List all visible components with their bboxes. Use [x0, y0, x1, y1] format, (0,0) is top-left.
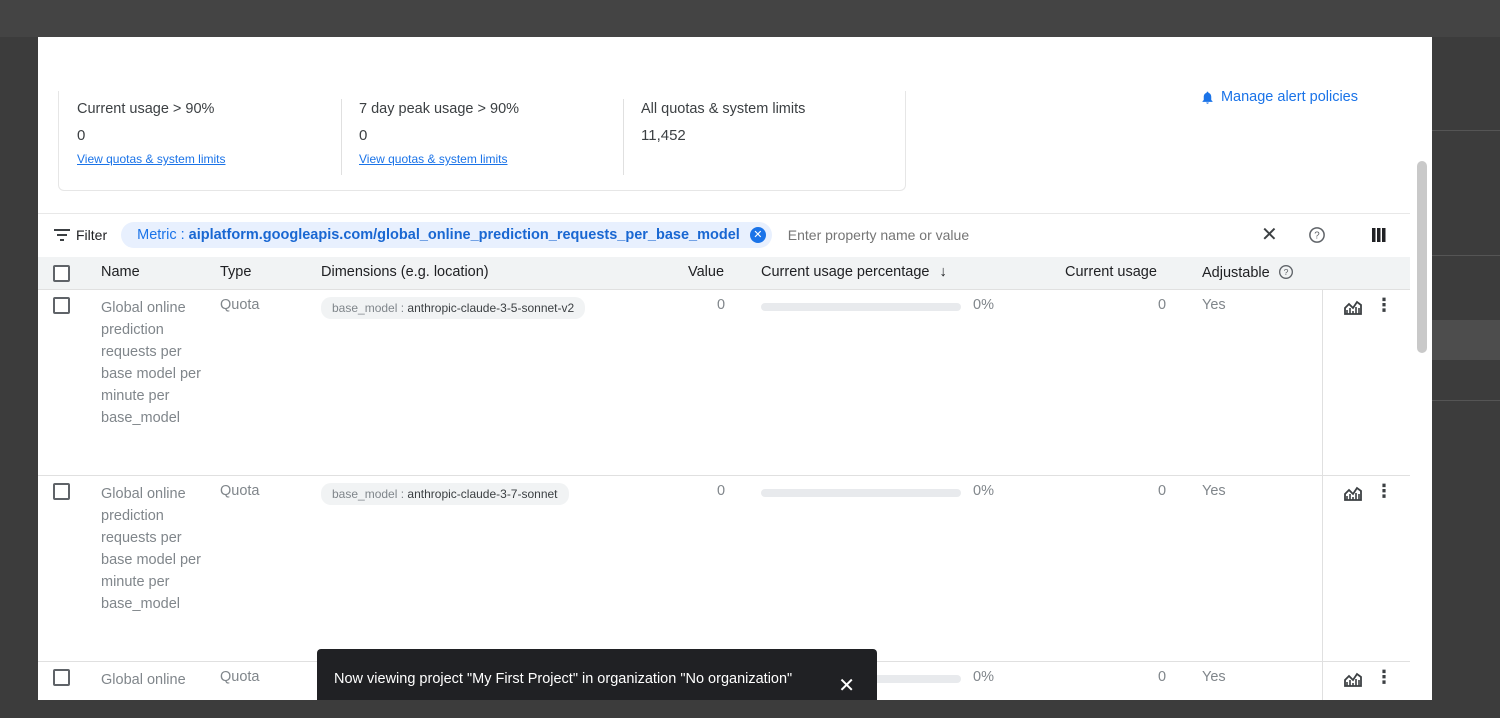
- row-checkbox[interactable]: [53, 669, 70, 686]
- adjustable-value: Yes: [1202, 669, 1226, 685]
- stat-value: 11,452: [641, 127, 686, 144]
- project-snackbar: Now viewing project "My First Project" i…: [317, 649, 877, 700]
- current-usage: 0: [1158, 297, 1167, 313]
- dimension-value: anthropic-claude-3-7-sonnet: [407, 487, 558, 501]
- dimension-chip: base_model : anthropic-claude-3-7-sonnet: [321, 483, 569, 505]
- dimension-value: anthropic-claude-3-5-sonnet-v2: [407, 301, 575, 315]
- metric-filter-chip[interactable]: Metric : aiplatform.googleapis.com/globa…: [121, 221, 772, 248]
- col-dimensions[interactable]: Dimensions (e.g. location): [321, 264, 489, 280]
- quota-name[interactable]: Global online prediction requests per ba…: [101, 483, 201, 615]
- column-divider: [1322, 662, 1323, 700]
- more-vert-icon[interactable]: ⋮: [1375, 295, 1393, 316]
- vertical-scrollbar[interactable]: [1417, 161, 1427, 353]
- dimension-key: base_model: [332, 487, 398, 501]
- col-adjustable-label: Adjustable: [1202, 265, 1270, 281]
- filter-button[interactable]: Filter: [54, 227, 107, 243]
- close-snackbar-icon[interactable]: ✕: [838, 673, 855, 698]
- quota-name[interactable]: Global online: [101, 669, 201, 691]
- bell-icon: [1202, 91, 1213, 104]
- column-display-icon[interactable]: [1372, 228, 1386, 242]
- stat-label: 7 day peak usage > 90%: [359, 101, 520, 117]
- backdrop-divider: [1432, 130, 1500, 131]
- chip-key: Metric: [137, 226, 177, 243]
- clear-filter-icon[interactable]: ✕: [1261, 222, 1278, 247]
- current-usage: 0: [1158, 483, 1167, 499]
- manage-alert-policies-link[interactable]: Manage alert policies: [1200, 89, 1358, 105]
- stat-value: 0: [359, 127, 368, 144]
- col-value[interactable]: Value: [688, 264, 724, 280]
- monitoring-chart-icon[interactable]: [1344, 299, 1362, 315]
- dimension-separator: :: [400, 301, 405, 315]
- backdrop-header: [0, 0, 1500, 37]
- adjustable-value: Yes: [1202, 297, 1226, 313]
- table-row[interactable]: Global online prediction requests per ba…: [38, 475, 1410, 662]
- row-checkbox[interactable]: [53, 483, 70, 500]
- more-vert-icon[interactable]: ⋮: [1375, 481, 1393, 502]
- table-row[interactable]: Global online prediction requests per ba…: [38, 289, 1410, 476]
- usage-percentage: 0%: [973, 669, 994, 685]
- dimension-key: base_model: [332, 301, 398, 315]
- usage-progress-bar: [761, 489, 961, 497]
- dimension-chip: base_model : anthropic-claude-3-5-sonnet…: [321, 297, 586, 319]
- column-divider: [1322, 476, 1323, 662]
- snackbar-message: Now viewing project "My First Project" i…: [334, 671, 793, 687]
- filter-bar: Filter Metric : aiplatform.googleapis.co…: [38, 213, 1410, 255]
- dimension-separator: :: [400, 487, 405, 501]
- view-quotas-link[interactable]: View quotas & system limits: [359, 152, 508, 166]
- stat-current-usage: Current usage > 90% 0 View quotas & syst…: [59, 91, 341, 190]
- col-name[interactable]: Name: [101, 264, 140, 280]
- usage-summary-panel: Current usage > 90% 0 View quotas & syst…: [58, 91, 906, 191]
- quota-value: 0: [717, 483, 726, 499]
- backdrop-divider: [1432, 255, 1500, 256]
- help-icon[interactable]: ?: [1308, 226, 1326, 244]
- col-usage-percentage[interactable]: Current usage percentage ↓: [761, 264, 947, 280]
- usage-progress-bar: [761, 303, 961, 311]
- quota-type: Quota: [220, 297, 260, 313]
- table-header: Name Type Dimensions (e.g. location) Val…: [38, 257, 1410, 289]
- svg-text:?: ?: [1283, 267, 1288, 277]
- stat-value: 0: [77, 127, 86, 144]
- chip-value: aiplatform.googleapis.com/global_online_…: [188, 226, 740, 243]
- backdrop-divider: [1432, 400, 1500, 401]
- stat-label: All quotas & system limits: [641, 101, 806, 117]
- column-divider: [1322, 290, 1323, 476]
- backdrop-band: [1432, 320, 1500, 360]
- filter-input[interactable]: [787, 226, 1168, 243]
- stat-label: Current usage > 90%: [77, 101, 215, 117]
- quota-type: Quota: [220, 483, 260, 499]
- col-adjustable[interactable]: Adjustable ?: [1202, 264, 1294, 281]
- stat-peak-usage: 7 day peak usage > 90% 0 View quotas & s…: [341, 91, 623, 190]
- monitoring-chart-icon[interactable]: [1344, 485, 1362, 501]
- adjustable-value: Yes: [1202, 483, 1226, 499]
- more-vert-icon[interactable]: ⋮: [1375, 667, 1393, 688]
- quota-type: Quota: [220, 669, 260, 685]
- col-usage-percentage-label: Current usage percentage: [761, 264, 930, 280]
- stat-all-quotas: All quotas & system limits 11,452: [623, 91, 905, 190]
- col-type[interactable]: Type: [220, 264, 251, 280]
- quota-value: 0: [717, 297, 726, 313]
- quotas-dialog: Current usage > 90% 0 View quotas & syst…: [38, 37, 1432, 700]
- filter-label: Filter: [76, 226, 108, 243]
- usage-percentage: 0%: [973, 483, 994, 499]
- col-current-usage[interactable]: Current usage: [1065, 264, 1157, 280]
- chip-separator: :: [180, 226, 185, 243]
- alert-link-label: Manage alert policies: [1220, 89, 1358, 105]
- usage-percentage: 0%: [973, 297, 994, 313]
- select-all-checkbox[interactable]: [53, 265, 70, 282]
- current-usage: 0: [1158, 669, 1167, 685]
- sort-descending-icon[interactable]: ↓: [940, 264, 947, 280]
- svg-text:?: ?: [1314, 230, 1320, 241]
- filter-icon: [54, 228, 70, 241]
- view-quotas-link[interactable]: View quotas & system limits: [77, 152, 226, 166]
- help-icon[interactable]: ?: [1278, 264, 1294, 280]
- quota-name[interactable]: Global online prediction requests per ba…: [101, 297, 201, 429]
- row-checkbox[interactable]: [53, 297, 70, 314]
- remove-chip-icon[interactable]: ✕: [749, 226, 766, 243]
- monitoring-chart-icon[interactable]: [1344, 671, 1362, 687]
